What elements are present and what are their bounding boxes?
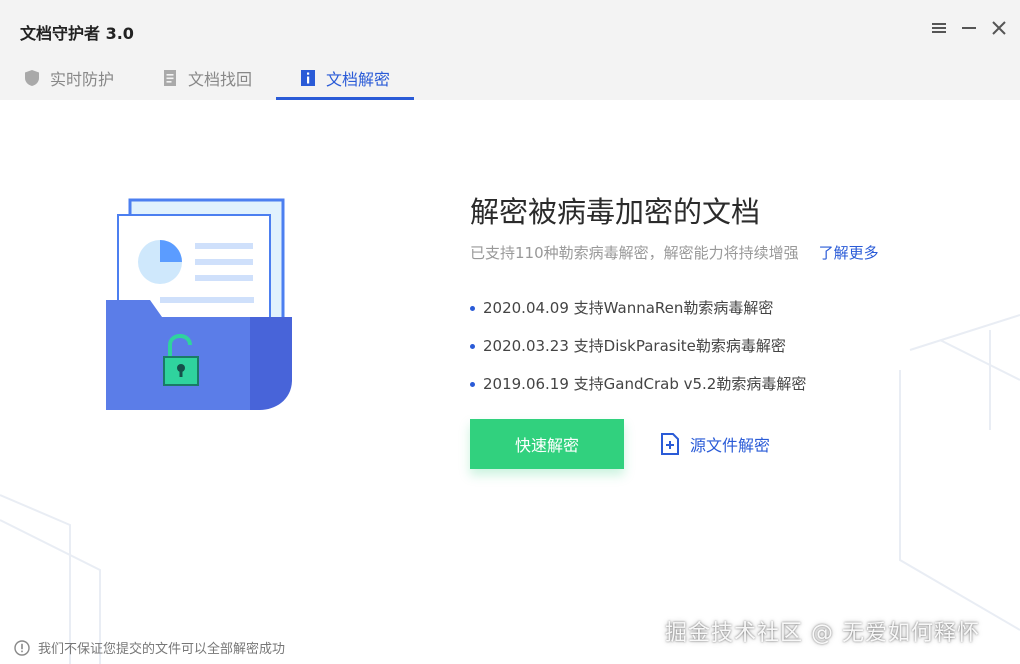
disclaimer-text: 我们不保证您提交的文件可以全部解密成功	[38, 642, 286, 657]
minimize-icon[interactable]	[960, 18, 978, 38]
watermark: 掘金技术社区 @ 无爱如何释怀	[665, 621, 980, 646]
close-icon[interactable]	[990, 18, 1008, 38]
quick-decrypt-button[interactable]: 快速解密	[470, 419, 624, 469]
info-doc-icon	[300, 69, 316, 87]
bullet-icon	[470, 381, 475, 387]
decrypt-illustration	[100, 195, 300, 415]
decrypt-panel: 解密被病毒加密的文档 已支持110种勒索病毒解密，解密能力将持续增强 了解更多 …	[470, 192, 990, 469]
support-text: 已支持110种勒索病毒解密，解密能力将持续增强	[470, 244, 799, 262]
warning-icon	[14, 639, 30, 656]
tab-realtime-protection[interactable]: 实时防护	[0, 55, 138, 100]
tab-label: 文档解密	[326, 69, 391, 89]
menu-icon[interactable]	[930, 18, 948, 38]
document-icon	[162, 69, 178, 87]
update-text: 2020.04.09 支持WannaRen勒索病毒解密	[483, 299, 774, 317]
bullet-icon	[470, 305, 475, 311]
list-item: 2019.06.19 支持GandCrab v5.2勒索病毒解密	[470, 365, 990, 403]
update-text: 2019.06.19 支持GandCrab v5.2勒索病毒解密	[483, 375, 807, 393]
learn-more-link[interactable]: 了解更多	[819, 242, 879, 263]
add-file-icon	[660, 432, 680, 456]
tab-document-recovery[interactable]: 文档找回	[138, 55, 276, 100]
bullet-icon	[470, 343, 475, 349]
page-title: 解密被病毒加密的文档	[470, 195, 761, 229]
window-controls	[930, 18, 1008, 38]
support-description: 已支持110种勒索病毒解密，解密能力将持续增强 了解更多	[470, 242, 990, 263]
source-file-decrypt-label: 源文件解密	[690, 436, 771, 455]
action-row: 快速解密 源文件解密	[470, 419, 990, 469]
update-text: 2020.03.23 支持DiskParasite勒索病毒解密	[483, 337, 786, 355]
title-bar: 文档守护者 3.0 实时防护 文档找回 文档解密	[0, 0, 1020, 100]
tab-document-decryption[interactable]: 文档解密	[276, 55, 415, 100]
tab-label: 实时防护	[50, 69, 115, 89]
disclaimer: 我们不保证您提交的文件可以全部解密成功	[14, 638, 285, 657]
shield-icon	[24, 69, 40, 87]
list-item: 2020.03.23 支持DiskParasite勒索病毒解密	[470, 327, 990, 365]
source-file-decrypt-button[interactable]: 源文件解密	[660, 432, 770, 456]
update-list: 2020.04.09 支持WannaRen勒索病毒解密 2020.03.23 支…	[470, 289, 990, 403]
tab-label: 文档找回	[188, 69, 253, 89]
list-item: 2020.04.09 支持WannaRen勒索病毒解密	[470, 289, 990, 327]
app-title: 文档守护者 3.0	[20, 24, 134, 43]
tab-bar: 实时防护 文档找回 文档解密	[0, 55, 415, 100]
